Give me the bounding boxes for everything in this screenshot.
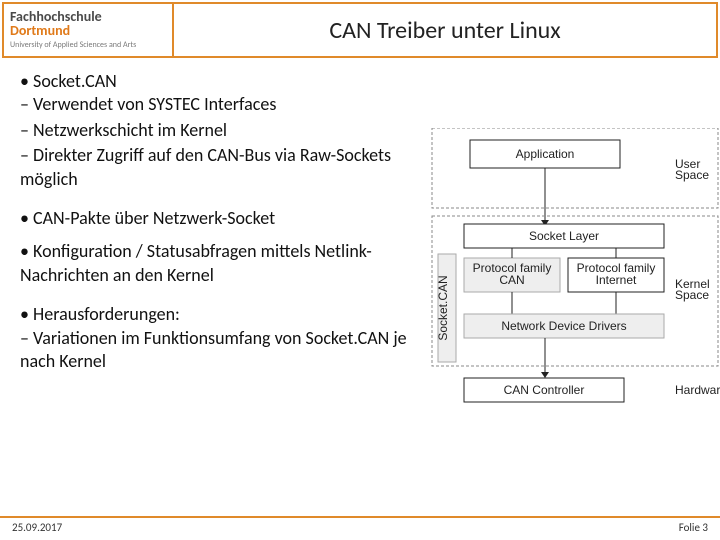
logo-text: Fachhochschule Dortmund (10, 10, 172, 38)
bullet-0-2: Direkter Zugriff auf den CAN-Bus via Raw… (20, 144, 391, 189)
diagram: Application UserSpace Socket.CAN Socket … (430, 128, 720, 408)
bullet-1: CAN-Pakte über Netzwerk-Socket (33, 207, 275, 229)
diag-application: Application (516, 147, 575, 161)
footer-date: 25.09.2017 (12, 521, 62, 534)
bullet-0-1: Netzwerkschicht im Kernel (33, 119, 227, 141)
bullet-3: Herausforderungen: (33, 303, 180, 325)
logo-subtitle: University of Applied Sciences and Arts (10, 40, 172, 50)
logo-line1b: Dortmund (10, 22, 70, 39)
logo: Fachhochschule Dortmund University of Ap… (4, 4, 174, 56)
diag-user-space: UserSpace (675, 157, 709, 182)
header: Fachhochschule Dortmund University of Ap… (2, 2, 718, 58)
diag-can-controller: CAN Controller (504, 383, 585, 397)
footer: 25.09.2017 Folie 3 (0, 518, 720, 540)
diag-socket-layer: Socket Layer (529, 229, 599, 243)
bullet-3-0: Variationen im Funktionsumfang von Socke… (20, 327, 407, 372)
content-area: Socket.CAN Verwendet von SYSTEC Interfac… (20, 70, 420, 383)
diag-kernel-space: KernelSpace (675, 277, 710, 302)
bullet-0: Socket.CAN (33, 70, 117, 92)
diag-socketcan-label: Socket.CAN (436, 275, 450, 340)
bullet-0-0: Verwendet von SYSTEC Interfaces (33, 93, 276, 115)
footer-page: Folie 3 (679, 521, 708, 534)
diag-hardware: Hardware (675, 383, 720, 397)
bullet-2: Konfiguration / Statusabfragen mittels N… (20, 240, 372, 285)
slide-title: CAN Treiber unter Linux (174, 4, 716, 56)
diag-netdev: Network Device Drivers (501, 319, 626, 333)
